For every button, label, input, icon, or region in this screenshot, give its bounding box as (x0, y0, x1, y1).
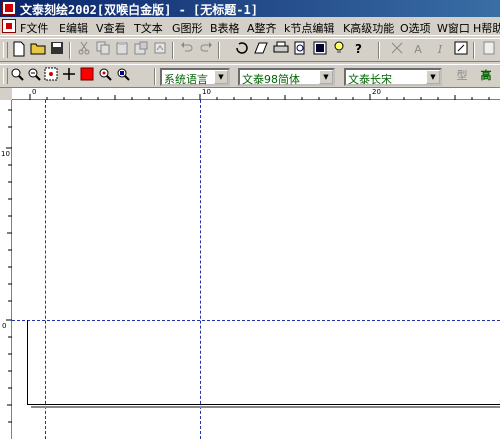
menu-graphics[interactable]: G图形 (172, 20, 203, 36)
menu-window[interactable]: W窗口 (437, 20, 470, 36)
svg-text:?: ? (355, 42, 362, 55)
standard-toolbar: ? A I (0, 38, 500, 62)
toolbar-separator (218, 42, 220, 59)
drawing-canvas[interactable] (12, 100, 500, 439)
toolbar-separator (69, 42, 71, 59)
pan-move-icon[interactable] (60, 67, 78, 85)
menu-table[interactable]: B表格 (210, 20, 240, 36)
toolbar-separator (473, 42, 475, 59)
menu-advanced[interactable]: K高级功能 (343, 20, 394, 36)
menu-view[interactable]: V查看 (96, 20, 126, 36)
page-shadow (31, 406, 500, 408)
cross-icon[interactable] (388, 41, 406, 59)
partial-icon[interactable] (480, 41, 498, 59)
height-button[interactable]: 高 (478, 67, 494, 85)
cut-icon[interactable] (75, 41, 93, 59)
left-ruler[interactable]: 10 0 (0, 100, 12, 439)
redo-icon[interactable] (197, 41, 215, 59)
ruler-label: 10 (1, 150, 10, 158)
ruler-label: 0 (2, 322, 7, 330)
ruler-corner[interactable] (0, 88, 12, 100)
open-folder-icon[interactable] (29, 41, 47, 59)
menu-bar: F文件 E编辑 V查看 T文本 G图形 B表格 A整齐 k节点编辑 K高级功能 … (0, 17, 500, 36)
top-ruler-ticks (29, 94, 490, 100)
toolbar-separator (154, 68, 156, 85)
chevron-down-icon[interactable]: ▼ (319, 70, 333, 84)
language-select[interactable]: 系统语言 ▼ (160, 68, 230, 86)
outline-a-icon[interactable]: A (409, 41, 427, 59)
top-ruler[interactable]: 0 10 20 (0, 88, 500, 100)
chevron-down-icon[interactable]: ▼ (426, 70, 440, 84)
slant-icon[interactable] (252, 41, 270, 59)
font-select-value: 文泰98简体 (242, 73, 300, 86)
language-select-value: 系统语言 (164, 73, 208, 86)
print-preview-icon[interactable] (291, 41, 309, 59)
ruler-label: 10 (202, 88, 211, 96)
type-button[interactable]: 型 (454, 67, 470, 85)
copy-icon[interactable] (94, 41, 112, 59)
italic-icon[interactable]: I (431, 41, 449, 59)
menu-options[interactable]: O选项 (400, 20, 431, 36)
paste-icon[interactable] (113, 41, 131, 59)
title-bar: 文泰刻绘2002[双喉白金版] - [无标题-1] (0, 0, 500, 17)
document-system-menu-icon[interactable] (2, 19, 16, 33)
menu-text[interactable]: T文本 (134, 20, 163, 36)
menu-help[interactable]: H帮助 (473, 20, 500, 36)
save-icon[interactable] (48, 41, 66, 59)
print-icon[interactable] (272, 41, 290, 59)
paste-special-icon[interactable] (132, 41, 150, 59)
clone-icon[interactable] (151, 41, 169, 59)
edit-box-icon[interactable] (452, 41, 470, 59)
font-select[interactable]: 文泰98简体 ▼ (238, 68, 335, 86)
zoom-fit-icon[interactable] (96, 67, 114, 85)
zoom-page-icon[interactable] (114, 67, 132, 85)
help-icon[interactable]: ? (350, 41, 368, 59)
font-style-select[interactable]: 文泰长宋 ▼ (344, 68, 442, 86)
lightbulb-icon[interactable] (330, 41, 348, 59)
menu-edit[interactable]: E编辑 (59, 20, 88, 36)
toolbar-separator (172, 42, 174, 59)
menu-file[interactable]: F文件 (20, 20, 48, 36)
zoom-region-icon[interactable] (42, 67, 60, 85)
undo-icon[interactable] (178, 41, 196, 59)
toolbar-separator (378, 42, 380, 59)
page-boundary (27, 320, 500, 405)
format-toolbar: 系统语言 ▼ 文泰98简体 ▼ 文泰长宋 ▼ 型 高 (0, 64, 500, 88)
chevron-down-icon[interactable]: ▼ (214, 70, 228, 84)
menu-align[interactable]: A整齐 (247, 20, 277, 36)
ruler-label: 0 (32, 88, 37, 96)
color-swatch[interactable] (78, 67, 96, 85)
window-title: 文泰刻绘2002[双喉白金版] - [无标题-1] (20, 3, 258, 17)
app-icon[interactable] (2, 1, 16, 15)
zoom-in-icon[interactable] (8, 67, 26, 85)
menu-node-edit[interactable]: k节点编辑 (284, 20, 334, 36)
font-style-select-value: 文泰长宋 (348, 73, 392, 86)
output-icon[interactable] (311, 41, 329, 59)
ruler-label: 20 (372, 88, 381, 96)
zoom-out-icon[interactable] (25, 67, 43, 85)
rotate-icon[interactable] (233, 41, 251, 59)
new-file-icon[interactable] (10, 41, 28, 59)
toolbar-grip[interactable] (3, 42, 8, 58)
